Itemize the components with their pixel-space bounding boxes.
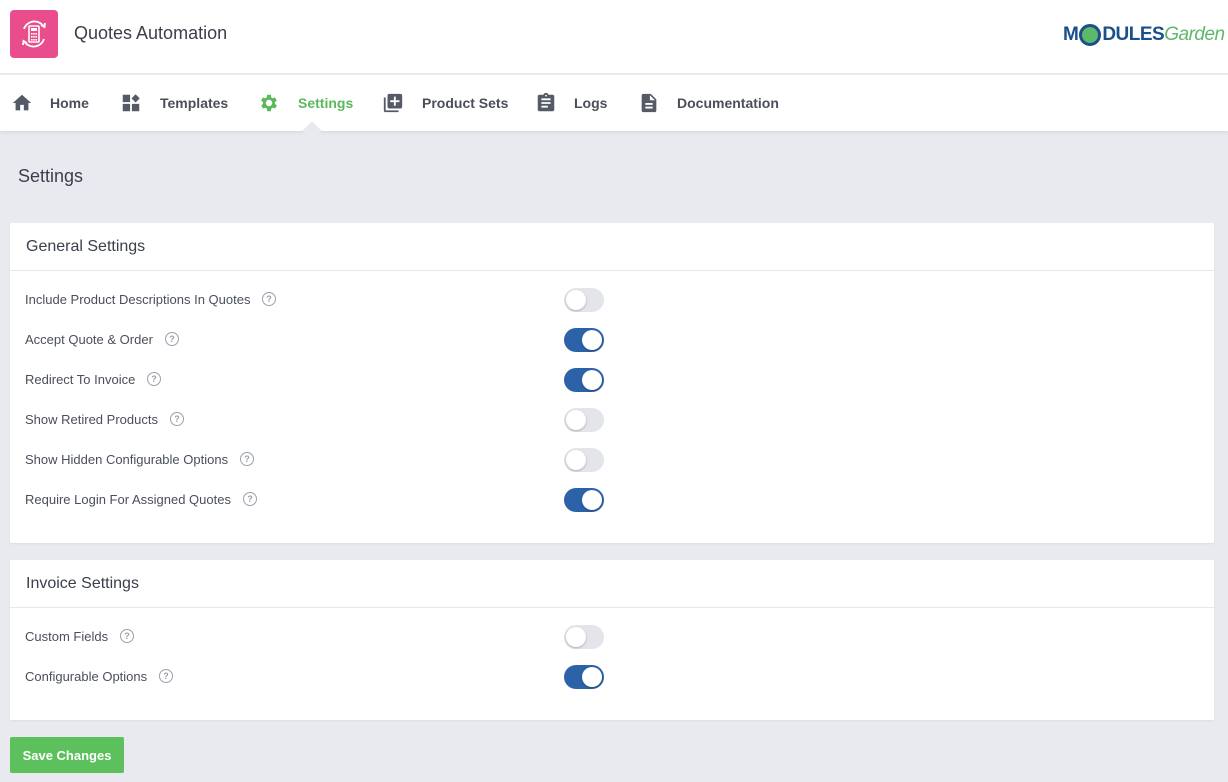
setting-row: Accept Quote & Order? <box>10 320 1214 360</box>
help-icon[interactable]: ? <box>120 629 134 643</box>
toggle-knob <box>566 627 586 647</box>
add-library-icon <box>382 92 404 114</box>
document-icon <box>638 92 660 114</box>
nav-product-sets[interactable]: Product Sets <box>382 75 509 131</box>
setting-row: Custom Fields? <box>10 617 1214 657</box>
nav-product-sets-label: Product Sets <box>422 95 509 111</box>
toggle-knob <box>582 330 602 350</box>
setting-toggle[interactable] <box>564 625 604 649</box>
nav-home-label: Home <box>50 95 89 111</box>
nav-home[interactable]: Home <box>11 75 91 131</box>
help-icon[interactable]: ? <box>170 412 184 426</box>
page-title: Settings <box>18 166 84 186</box>
app-title: Quotes Automation <box>74 23 228 43</box>
setting-toggle[interactable] <box>564 408 604 432</box>
toggle-knob <box>582 667 602 687</box>
brand-text-dules: DULES <box>1102 24 1165 45</box>
top-header: Quotes Automation M DULES Garden <box>0 0 1228 74</box>
nav-documentation-label: Documentation <box>677 95 779 111</box>
setting-label: Require Login For Assigned Quotes <box>25 492 231 507</box>
setting-label: Custom Fields <box>25 629 109 644</box>
nav-logs[interactable]: Logs <box>535 75 610 131</box>
nav-templates[interactable]: Templates <box>120 75 230 131</box>
nav-settings-label: Settings <box>298 95 354 111</box>
toggle-knob <box>566 450 586 470</box>
brand-text-m: M <box>1063 24 1079 45</box>
setting-row: Configurable Options? <box>10 657 1214 697</box>
clipboard-icon <box>535 92 557 114</box>
general-settings-title: General Settings <box>26 238 146 255</box>
help-icon[interactable]: ? <box>243 492 257 506</box>
general-settings-header: General Settings <box>10 223 1214 271</box>
help-icon[interactable]: ? <box>262 292 276 306</box>
setting-label: Include Product Descriptions In Quotes <box>25 292 251 307</box>
setting-row: Redirect To Invoice? <box>10 360 1214 400</box>
help-icon[interactable]: ? <box>147 372 161 386</box>
toggle-knob <box>566 290 586 310</box>
setting-toggle[interactable] <box>564 665 604 689</box>
setting-row: Show Hidden Configurable Options? <box>10 440 1214 480</box>
templates-icon <box>120 92 142 114</box>
setting-label: Show Retired Products <box>25 412 158 427</box>
toggle-knob <box>582 370 602 390</box>
help-icon[interactable]: ? <box>165 332 179 346</box>
setting-toggle[interactable] <box>564 328 604 352</box>
nav-settings[interactable]: Settings <box>258 75 353 131</box>
setting-row: Show Retired Products? <box>10 400 1214 440</box>
home-icon <box>11 92 33 114</box>
setting-label: Show Hidden Configurable Options <box>25 452 229 467</box>
invoice-settings-panel: Invoice Settings Custom Fields? Configura… <box>10 560 1214 720</box>
invoice-settings-title: Invoice Settings <box>26 575 139 592</box>
setting-row: Require Login For Assigned Quotes? <box>10 480 1214 520</box>
setting-toggle[interactable] <box>564 448 604 472</box>
invoice-settings-header: Invoice Settings <box>10 560 1214 608</box>
nav-documentation[interactable]: Documentation <box>638 75 779 131</box>
brand-text-garden: Garden <box>1164 24 1225 45</box>
gear-icon <box>258 92 280 114</box>
help-icon[interactable]: ? <box>240 452 254 466</box>
setting-toggle[interactable] <box>564 288 604 312</box>
setting-toggle[interactable] <box>564 488 604 512</box>
nav-templates-label: Templates <box>160 95 229 111</box>
setting-label: Redirect To Invoice <box>25 372 136 387</box>
general-settings-panel: General Settings Include Product Descrip… <box>10 223 1214 543</box>
setting-label: Configurable Options <box>25 669 148 684</box>
modulesgarden-logo: M DULES Garden <box>1063 22 1225 48</box>
toggle-knob <box>566 410 586 430</box>
toggle-knob <box>582 490 602 510</box>
nav-logs-label: Logs <box>574 95 608 111</box>
main-nav: Home Templates Settings Product Sets Log… <box>0 75 1228 141</box>
setting-toggle[interactable] <box>564 368 604 392</box>
help-icon[interactable]: ? <box>159 669 173 683</box>
calculator-refresh-icon <box>10 10 58 58</box>
globe-icon <box>1079 24 1102 46</box>
setting-label: Accept Quote & Order <box>25 332 153 347</box>
save-changes-button[interactable]: Save Changes <box>10 737 124 773</box>
setting-row: Include Product Descriptions In Quotes? <box>10 280 1214 320</box>
